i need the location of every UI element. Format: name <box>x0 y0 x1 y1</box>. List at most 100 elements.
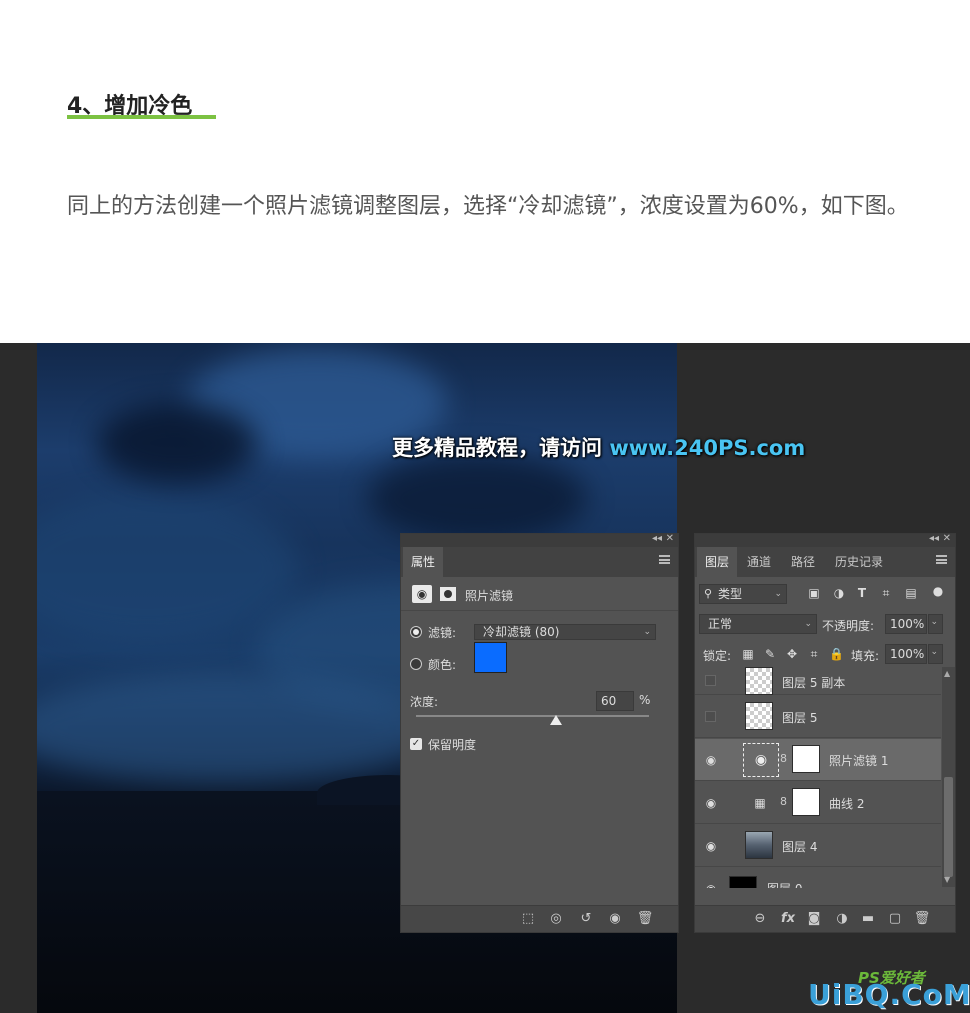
link-layers-icon[interactable]: ⊖ <box>751 911 769 926</box>
visibility-off-box[interactable] <box>705 711 716 722</box>
chevron-down-icon: ⌄ <box>930 617 938 627</box>
pixel-filter-icon[interactable]: ▣ <box>807 586 821 600</box>
density-input[interactable]: 60 <box>596 691 634 711</box>
density-slider-thumb[interactable] <box>549 715 562 725</box>
color-label: 颜色: <box>428 658 457 672</box>
fill-dropdown[interactable]: ⌄ <box>928 644 943 664</box>
add-mask-icon[interactable]: ◙ <box>805 911 823 926</box>
scroll-down-icon[interactable]: ▼ <box>944 875 950 884</box>
preserve-luminosity-label: 保留明度 <box>428 738 477 752</box>
fx-icon[interactable]: fx <box>779 911 797 926</box>
clip-to-layer-icon[interactable]: ⬚ <box>519 911 537 926</box>
preserve-luminosity-checkbox[interactable]: ✓ <box>410 738 422 750</box>
lock-all-icon[interactable]: 🔒 <box>829 647 844 661</box>
type-filter-icon[interactable]: T <box>855 586 869 600</box>
link-icon[interactable]: 8 <box>780 752 787 765</box>
camera-filter-icon: ◉ <box>743 743 779 777</box>
filter-select-value: 冷却滤镜 (80) <box>483 625 560 639</box>
panel-menu-icon[interactable] <box>659 555 670 564</box>
layer-name[interactable]: 图层 5 副本 <box>782 674 845 691</box>
layer-row[interactable]: ◉ 图层 4 <box>695 825 941 867</box>
panel-menu-icon[interactable] <box>936 555 947 564</box>
layers-scrollbar[interactable]: ▲ ▼ <box>942 667 955 887</box>
article-paragraph: 同上的方法创建一个照片滤镜调整图层，选择“冷却滤镜”，浓度设置为60%，如下图。 <box>67 194 909 219</box>
collapse-icon[interactable]: ◂◂ <box>929 533 939 544</box>
trash-icon[interactable]: 🗑 <box>913 911 931 926</box>
chevron-down-icon: ⌄ <box>804 619 812 629</box>
layer-name[interactable]: 照片滤镜 1 <box>829 752 888 769</box>
filter-select[interactable]: 冷却滤镜 (80) ⌄ <box>474 624 656 640</box>
page: 4、增加冷色 同上的方法创建一个照片滤镜调整图层，选择“冷却滤镜”，浓度设置为6… <box>0 0 970 1013</box>
panel-header: ◂◂ ✕ <box>695 533 955 547</box>
mask-icon[interactable] <box>440 587 456 601</box>
layer-thumbnail <box>745 667 773 695</box>
promo-label: 更多精品教程，请访问 <box>392 436 610 460</box>
new-adjustment-icon[interactable]: ◑ <box>833 911 851 926</box>
link-icon[interactable]: 8 <box>780 795 787 808</box>
filter-toggle-icon[interactable]: ● <box>931 584 945 598</box>
opacity-input[interactable]: 100% <box>885 614 927 634</box>
layer-thumbnail <box>745 831 773 859</box>
tab-properties[interactable]: 属性 <box>403 547 444 577</box>
cloud-shape <box>37 673 437 783</box>
view-previous-icon[interactable]: ◎ <box>547 911 565 926</box>
lock-move-icon[interactable]: ✥ <box>785 647 799 661</box>
kind-select[interactable]: ⚲ 类型 ⌄ <box>699 584 787 604</box>
trash-icon[interactable]: 🗑 <box>636 911 654 926</box>
shape-filter-icon[interactable]: ⌗ <box>879 586 893 601</box>
scroll-thumb[interactable] <box>944 777 953 877</box>
new-group-icon[interactable]: ▬ <box>859 911 877 926</box>
layer-row[interactable]: ◉ 图层 0 <box>695 868 941 888</box>
new-layer-icon[interactable]: ▢ <box>886 911 904 926</box>
layer-row[interactable]: 图层 5 <box>695 696 941 738</box>
color-radio[interactable] <box>410 658 422 670</box>
fill-input[interactable]: 100% <box>885 644 927 664</box>
properties-tabbar: 属性 <box>401 547 678 577</box>
color-swatch[interactable] <box>474 642 507 673</box>
tab-paths[interactable]: 路径 <box>783 547 823 577</box>
blend-mode-select[interactable]: 正常 ⌄ <box>699 614 817 634</box>
properties-panel: ◂◂ ✕ 属性 ◉ 照片滤镜 滤镜: 冷却滤镜 (80) ⌄ 颜色: 浓度: 6… <box>400 533 679 933</box>
layer-name[interactable]: 图层 0 <box>767 880 802 888</box>
layer-name[interactable]: 曲线 2 <box>829 795 864 812</box>
lock-artboard-icon[interactable]: ⌗ <box>807 647 821 662</box>
layer-row[interactable]: ◉ ▦ 8 曲线 2 <box>695 782 941 824</box>
layers-panel: ◂◂ ✕ 图层 通道 路径 历史记录 ⚲ 类型 ⌄ ▣ ◑ T ⌗ ▤ ● 正常… <box>694 533 956 933</box>
filter-label: 滤镜: <box>428 626 457 640</box>
layer-name[interactable]: 图层 5 <box>782 709 817 726</box>
promo-text: 更多精品教程，请访问 www.240PS.com <box>392 432 805 462</box>
eye-icon[interactable]: ◉ <box>703 882 719 888</box>
adjustment-filter-icon[interactable]: ◑ <box>832 586 846 600</box>
opacity-label: 不透明度: <box>822 619 875 633</box>
eye-icon[interactable]: ◉ <box>703 839 719 853</box>
filter-radio[interactable] <box>410 626 422 638</box>
smart-object-filter-icon[interactable]: ▤ <box>904 586 918 600</box>
adjustment-name: 照片滤镜 <box>465 589 514 603</box>
lock-brush-icon[interactable]: ✎ <box>763 647 777 661</box>
heading-underline <box>67 115 216 119</box>
layer-row-selected[interactable]: ◉ ◉ 8 照片滤镜 1 <box>695 739 941 781</box>
chevron-down-icon: ⌄ <box>930 647 938 657</box>
layer-name[interactable]: 图层 4 <box>782 838 817 855</box>
visibility-off-box[interactable] <box>705 675 716 686</box>
camera-filter-icon: ◉ <box>412 585 432 603</box>
close-icon[interactable]: ✕ <box>666 533 674 544</box>
search-icon: ⚲ <box>704 587 713 600</box>
tab-history[interactable]: 历史记录 <box>827 547 891 577</box>
eye-icon[interactable]: ◉ <box>703 753 719 767</box>
close-icon[interactable]: ✕ <box>943 533 951 544</box>
scroll-up-icon[interactable]: ▲ <box>944 669 950 678</box>
lock-transparent-icon[interactable]: ▦ <box>741 647 755 661</box>
layers-footer: ⊖ fx ◙ ◑ ▬ ▢ 🗑 <box>695 905 955 932</box>
visibility-eye-icon[interactable]: ◉ <box>606 911 624 926</box>
collapse-icon[interactable]: ◂◂ <box>652 533 662 544</box>
promo-url[interactable]: www.240PS.com <box>609 436 805 460</box>
opacity-dropdown[interactable]: ⌄ <box>928 614 943 634</box>
eye-icon[interactable]: ◉ <box>703 796 719 810</box>
tab-layers[interactable]: 图层 <box>697 547 738 577</box>
tab-channels[interactable]: 通道 <box>739 547 779 577</box>
density-label: 浓度: <box>410 695 439 709</box>
reset-icon[interactable]: ↺ <box>577 911 595 926</box>
layer-row[interactable]: 图层 5 副本 <box>695 667 941 695</box>
density-slider-track[interactable] <box>416 715 649 717</box>
